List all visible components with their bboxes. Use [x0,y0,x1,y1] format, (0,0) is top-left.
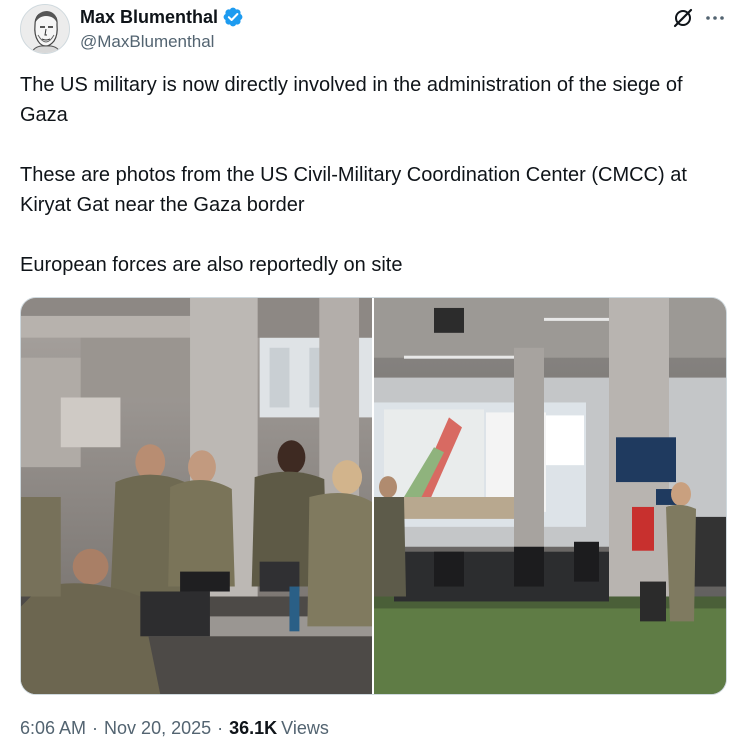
author-names: Max Blumenthal @MaxBlumenthal [80,5,244,53]
tweet-date[interactable]: Nov 20, 2025 [104,718,211,739]
separator-dot: · [217,717,224,738]
author-display-name[interactable]: Max Blumenthal [80,7,218,28]
avatar[interactable] [20,4,70,54]
tweet-text: The US military is now directly involved… [20,70,727,280]
grok-icon[interactable] [671,6,695,30]
soldiers-at-workstations-photo[interactable] [21,298,374,694]
name-row: Max Blumenthal [80,5,244,29]
views-label: Views [281,717,329,738]
views-count: 36.1K [229,717,278,738]
tweet-meta: 6:06 AM · Nov 20, 2025 · 36.1K Views [20,716,329,740]
tweet-paragraph: These are photos from the US Civil-Milit… [20,164,687,216]
operations-center-map-screen-photo[interactable] [374,298,726,694]
author-handle[interactable]: @MaxBlumenthal [80,31,244,53]
tweet-paragraph: European forces are also reportedly on s… [20,254,403,276]
separator-dot: · [92,717,99,738]
verified-badge-icon[interactable] [222,6,244,28]
tweet-paragraph: The US military is now directly involved… [20,74,683,126]
more-horizontal-icon[interactable] [703,6,727,30]
tweet-header: Max Blumenthal @MaxBlumenthal [20,4,727,54]
media-grid [20,297,727,695]
tweet-time[interactable]: 6:06 AM [20,718,86,739]
